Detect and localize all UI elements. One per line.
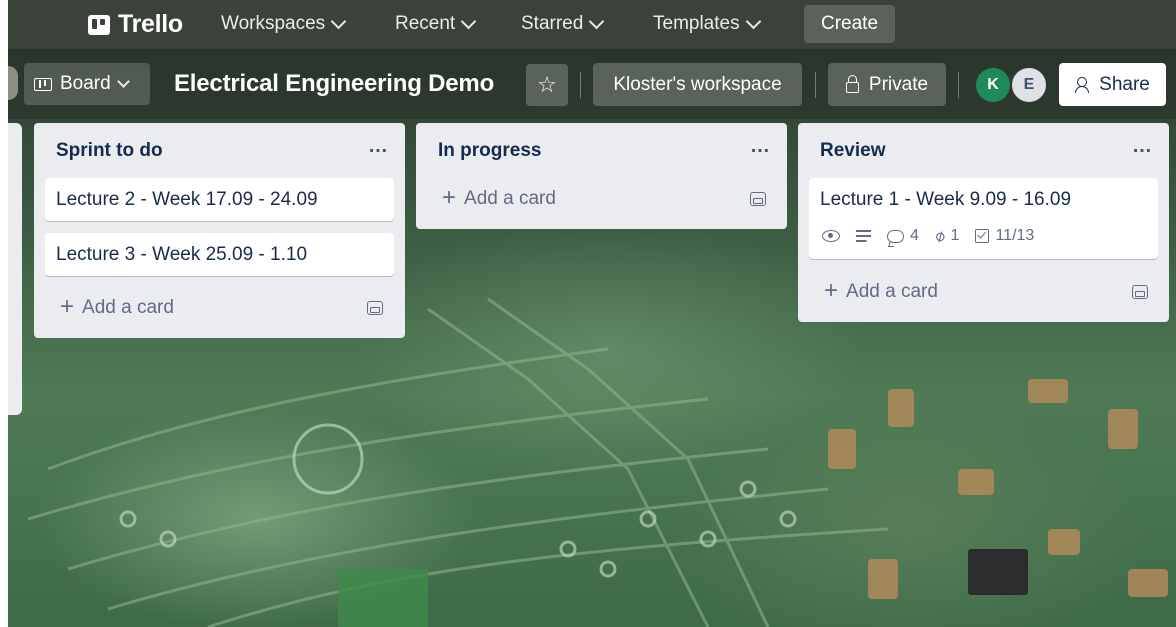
header-divider	[815, 72, 816, 98]
checklist-badge: 11/13	[975, 227, 1034, 245]
card-title: Lecture 2 - Week 17.09 - 24.09	[56, 189, 318, 210]
visibility-label: Private	[868, 73, 929, 95]
comments-count: 4	[910, 227, 919, 244]
more-icon[interactable]: …	[368, 135, 389, 158]
app-top-bar: Trello Workspaces Recent Starred Templat…	[8, 0, 1176, 49]
share-label: Share	[1099, 73, 1150, 95]
member-avatar-e[interactable]: E	[1010, 66, 1048, 104]
create-button[interactable]: Create	[804, 5, 895, 43]
add-card-button[interactable]: + Add a card	[60, 293, 174, 320]
workspace-button[interactable]: Kloster's workspace	[593, 63, 802, 106]
plus-icon: +	[824, 277, 839, 304]
checklist-count: 11/13	[995, 227, 1035, 244]
app-name: Trello	[118, 10, 183, 38]
checklist-icon	[975, 229, 990, 243]
lock-icon	[845, 74, 859, 93]
share-icon	[1075, 76, 1091, 93]
board-icon	[34, 77, 52, 91]
comments-badge: 4	[887, 227, 919, 245]
trello-logo[interactable]: Trello	[88, 10, 183, 39]
add-card-button[interactable]: + Add a card	[442, 184, 556, 211]
header-divider	[580, 72, 581, 98]
plus-icon: +	[60, 293, 75, 320]
card-badges: 4 ⌀ 1 11/13	[822, 226, 1034, 246]
templates-menu[interactable]: Templates	[653, 9, 761, 39]
sidebar-toggle[interactable]	[8, 66, 18, 100]
description-icon	[856, 230, 871, 242]
card-title: Lecture 3 - Week 25.09 - 1.10	[56, 244, 308, 265]
attachments-badge: ⌀ 1	[932, 226, 960, 247]
add-card-label: Add a card	[82, 297, 174, 318]
plus-icon: +	[442, 184, 457, 211]
attachment-icon: ⌀	[931, 226, 949, 247]
starred-label: Starred	[521, 13, 584, 34]
card[interactable]: Lecture 2 - Week 17.09 - 24.09	[45, 178, 394, 221]
templates-label: Templates	[653, 13, 740, 34]
template-icon[interactable]	[1132, 285, 1148, 299]
list-review: Review … Lecture 1 - Week 9.09 - 16.09 4…	[798, 123, 1169, 322]
comment-icon	[887, 229, 904, 243]
visibility-button[interactable]: Private	[828, 63, 946, 106]
template-icon[interactable]	[750, 192, 766, 206]
list-title[interactable]: In progress	[438, 140, 541, 162]
card[interactable]: Lecture 3 - Week 25.09 - 1.10	[45, 233, 394, 276]
chevron-down-icon	[589, 13, 605, 29]
recent-label: Recent	[395, 13, 456, 34]
chevron-down-icon	[116, 74, 130, 88]
watch-badge	[822, 230, 840, 242]
card-title: Lecture 1 - Week 9.09 - 16.09	[820, 189, 1072, 210]
trello-logo-icon	[88, 14, 110, 35]
member-avatar-k[interactable]: K	[974, 66, 1012, 104]
add-card-button[interactable]: + Add a card	[824, 277, 938, 304]
template-icon[interactable]	[367, 301, 383, 315]
board-title[interactable]: Electrical Engineering Demo	[174, 70, 494, 98]
list-title[interactable]: Review	[820, 140, 885, 162]
chevron-down-icon	[745, 13, 761, 29]
share-button[interactable]: Share	[1059, 63, 1166, 106]
eye-icon	[822, 230, 840, 242]
add-card-label: Add a card	[464, 188, 556, 209]
list-title[interactable]: Sprint to do	[56, 140, 163, 162]
star-board-button[interactable]: ☆	[526, 64, 568, 106]
board-view-label: Board	[60, 73, 111, 94]
add-card-label: Add a card	[846, 281, 938, 302]
starred-menu[interactable]: Starred	[521, 9, 605, 39]
list-in-progress: In progress … + Add a card	[416, 123, 787, 229]
attachments-count: 1	[950, 227, 960, 244]
more-icon[interactable]: …	[750, 135, 771, 158]
collapsed-list[interactable]	[8, 123, 22, 415]
more-icon[interactable]: …	[1132, 135, 1153, 158]
card[interactable]: Lecture 1 - Week 9.09 - 16.09 4 ⌀ 1 11/1…	[809, 178, 1158, 259]
header-divider	[958, 72, 959, 98]
board-view-switcher[interactable]: Board	[24, 63, 150, 105]
description-badge	[856, 230, 871, 242]
star-icon: ☆	[537, 72, 557, 97]
list-sprint-to-do: Sprint to do … Lecture 2 - Week 17.09 - …	[34, 123, 405, 338]
workspaces-label: Workspaces	[221, 13, 326, 34]
chevron-down-icon	[330, 13, 347, 29]
recent-menu[interactable]: Recent	[395, 9, 477, 39]
chevron-down-icon	[460, 13, 477, 29]
workspaces-menu[interactable]: Workspaces	[221, 9, 347, 39]
